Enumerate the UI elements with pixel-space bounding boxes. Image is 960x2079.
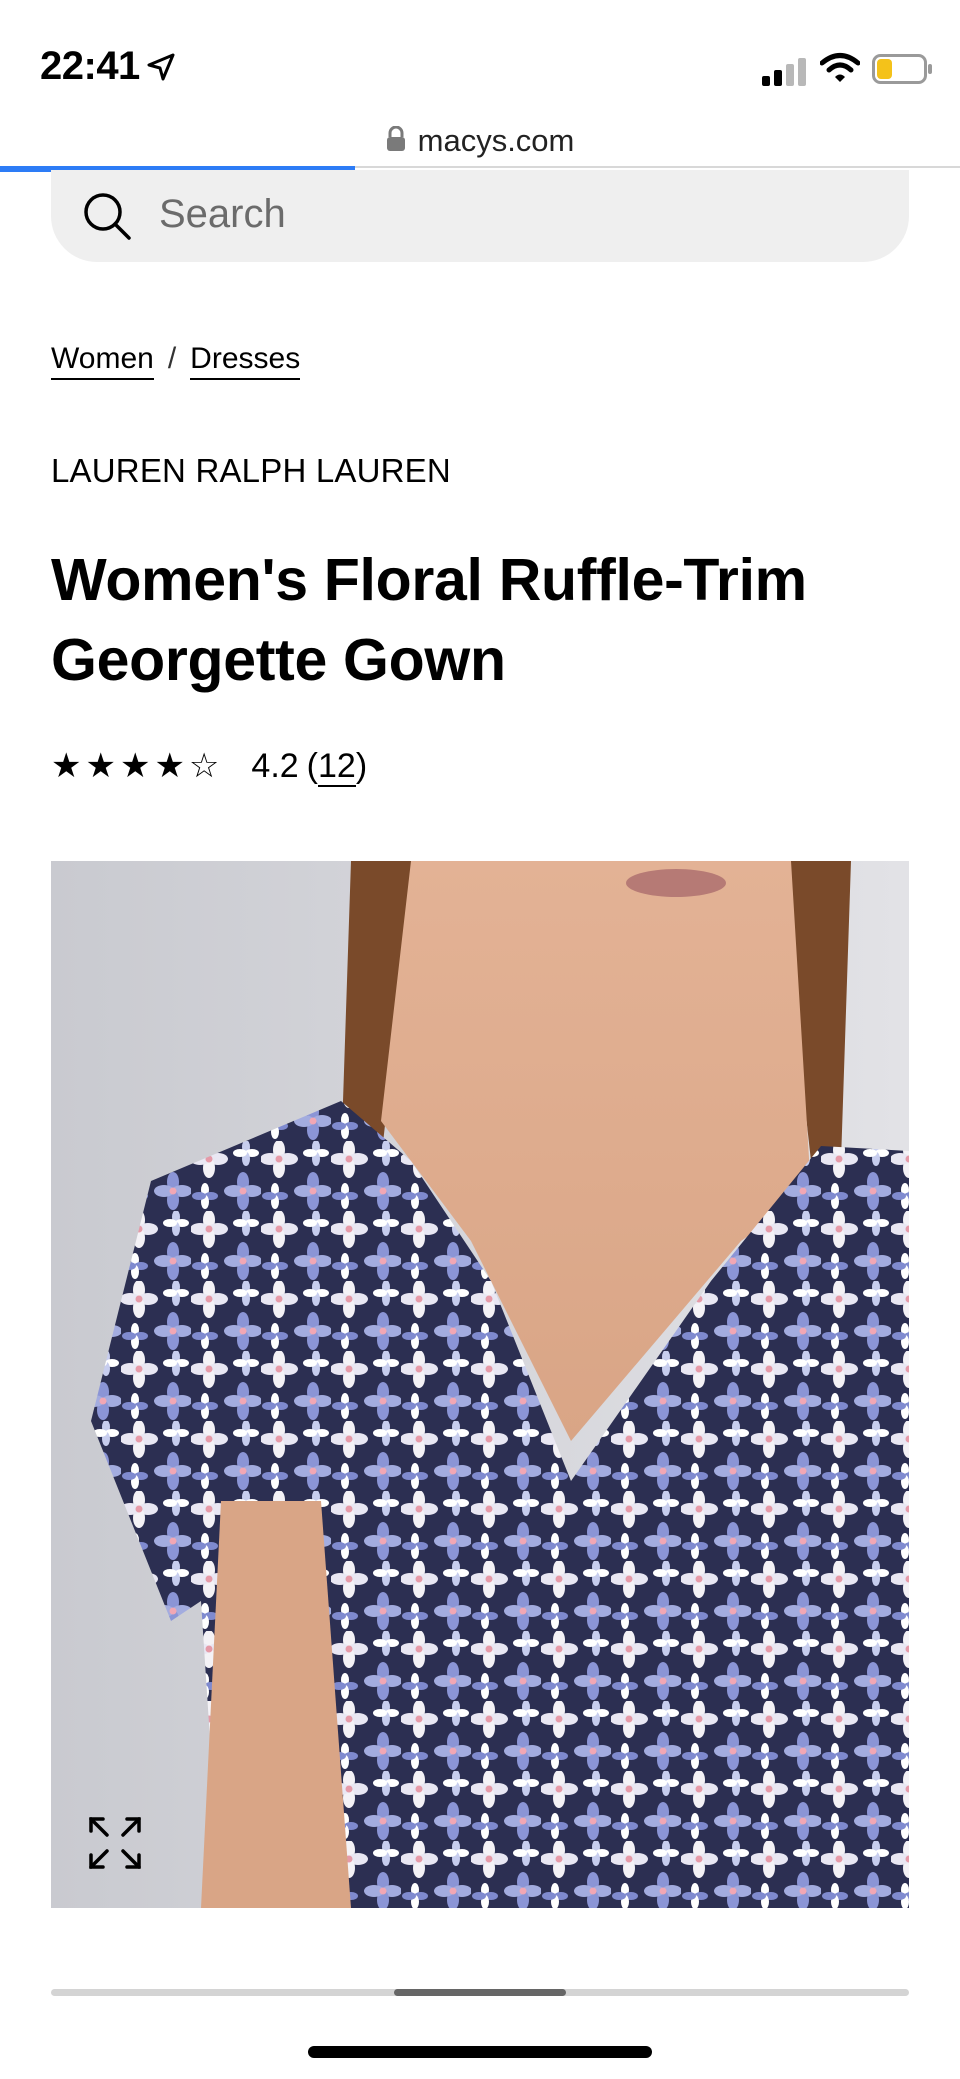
status-bar: 22:41	[0, 0, 960, 112]
product-photo	[51, 861, 909, 1908]
rating-stars: ★★★★☆	[51, 746, 224, 786]
review-count-number[interactable]: 12	[318, 746, 356, 787]
search-input[interactable]	[159, 186, 859, 242]
address-bar[interactable]: macys.com	[0, 112, 960, 170]
breadcrumb-separator: /	[167, 342, 177, 375]
wifi-icon	[819, 52, 861, 89]
cellular-signal-icon	[762, 58, 806, 91]
product-image[interactable]	[51, 861, 909, 1908]
battery-icon	[872, 54, 932, 89]
review-count[interactable]: (12)	[306, 746, 368, 787]
search-bar[interactable]	[51, 170, 909, 262]
expand-icon[interactable]	[87, 1815, 143, 1876]
lock-icon	[386, 125, 406, 157]
home-indicator[interactable]	[308, 2046, 652, 2058]
breadcrumb: Women / Dresses	[51, 342, 301, 380]
carousel-scroll-thumb[interactable]	[394, 1989, 566, 1996]
review-count-open: (	[306, 746, 318, 785]
rating-value: 4.2	[251, 746, 299, 785]
product-rating[interactable]: ★★★★☆ 4.2 (12)	[51, 746, 368, 787]
product-title: Women's Floral Ruffle-Trim Georgette Gow…	[51, 547, 807, 693]
review-count-close: )	[355, 746, 368, 785]
location-arrow-icon	[146, 52, 176, 87]
product-brand[interactable]: LAUREN RALPH LAUREN	[51, 452, 451, 490]
status-time: 22:41	[40, 44, 140, 88]
breadcrumb-women[interactable]: Women	[51, 342, 154, 380]
breadcrumb-dresses[interactable]: Dresses	[190, 342, 301, 380]
search-icon[interactable]	[81, 190, 133, 247]
url-text: macys.com	[417, 123, 575, 158]
